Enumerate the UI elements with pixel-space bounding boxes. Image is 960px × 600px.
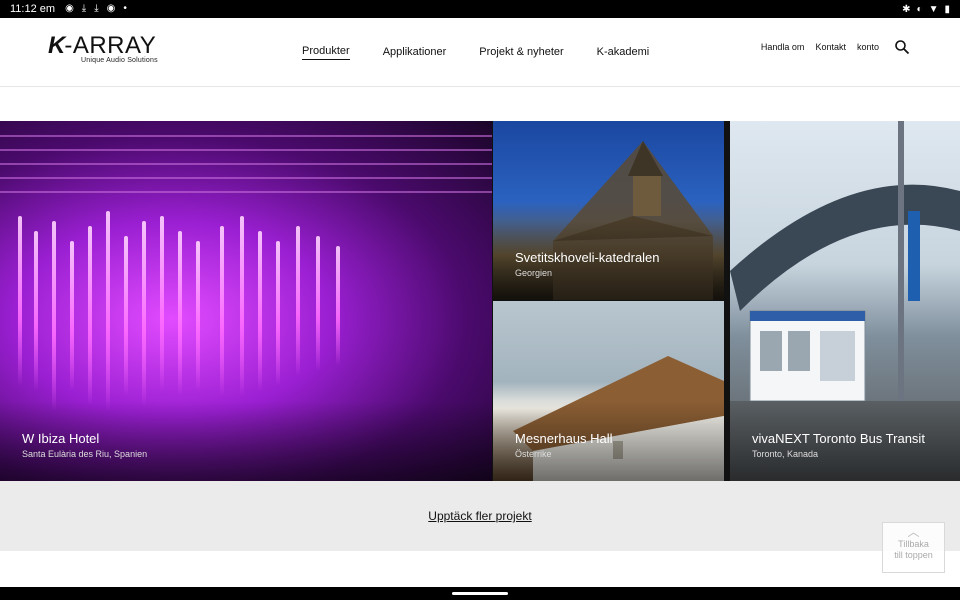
brand-mark: K: [48, 32, 65, 59]
home-gesture-handle[interactable]: [452, 592, 508, 595]
main-nav: Produkter Applikationer Projekt & nyhete…: [302, 18, 649, 87]
nav-item-kontakt[interactable]: Kontakt: [815, 42, 846, 52]
status-time: 11:12 em: [10, 3, 56, 15]
nav-item-produkter[interactable]: Produkter: [302, 45, 350, 60]
status-bar: 11:12 em ◉ ⤓ ⤓ ◉ • ✱ ◐ ▼ ▮: [0, 0, 960, 18]
project-title: vivaNEXT Toronto Bus Transit: [752, 431, 925, 446]
brand-logo[interactable]: K -ARRAY Unique Audio Solutions: [48, 32, 178, 67]
nav-item-handla-om[interactable]: Handla om: [761, 42, 805, 52]
project-tile-svetitskhoveli[interactable]: Svetitskhoveli-katedralen Georgien: [493, 121, 724, 300]
project-tile-mesnerhaus[interactable]: Mesnerhaus Hall Österrike: [493, 301, 724, 481]
project-location: Toronto, Kanada: [752, 449, 819, 459]
site-header: K -ARRAY Unique Audio Solutions Produkte…: [0, 18, 960, 87]
project-location: Santa Eulària des Riu, Spanien: [22, 449, 148, 459]
bluetooth-icon: ✱: [902, 3, 911, 15]
project-title: Svetitskhoveli-katedralen: [515, 250, 660, 265]
nav-item-konto[interactable]: konto: [857, 42, 879, 52]
project-location: Österrike: [515, 449, 552, 459]
brand-tagline: Unique Audio Solutions: [81, 57, 158, 64]
projects-grid: W Ibiza Hotel Santa Eulària des Riu, Spa…: [0, 121, 960, 481]
project-location: Georgien: [515, 268, 553, 278]
chevron-up-icon: ︿: [907, 525, 920, 539]
project-tile-ibiza[interactable]: W Ibiza Hotel Santa Eulària des Riu, Spa…: [0, 121, 492, 481]
utility-nav: Handla om Kontakt konto: [761, 18, 910, 76]
project-title: W Ibiza Hotel: [22, 431, 100, 446]
back-to-top-line2: till toppen: [894, 550, 933, 560]
download-icon: ⤓: [94, 3, 99, 14]
project-tile-vivanext[interactable]: vivaNEXT Toronto Bus Transit Toronto, Ka…: [730, 121, 960, 481]
brand-word: -ARRAY: [64, 32, 157, 59]
download-icon: ⤓: [81, 3, 87, 14]
nav-item-k-akademi[interactable]: K-akademi: [597, 46, 650, 60]
project-title: Mesnerhaus Hall: [515, 431, 613, 446]
wifi-icon: ▼: [928, 3, 939, 15]
discover-more-link[interactable]: Upptäck fler projekt: [428, 509, 531, 523]
chrome-icon: ◉: [106, 3, 116, 14]
back-to-top-button[interactable]: ︿ Tillbaka till toppen: [882, 522, 945, 573]
system-nav-bar: [0, 587, 960, 600]
back-to-top-line1: Tillbaka: [898, 539, 929, 549]
data-saver-icon: ◐: [916, 3, 923, 15]
nav-item-applikationer[interactable]: Applikationer: [383, 46, 447, 60]
battery-icon: ▮: [944, 3, 950, 15]
chrome-icon: ◉: [65, 3, 74, 14]
discover-more-section: Upptäck fler projekt: [0, 481, 960, 551]
dot-icon: •: [123, 3, 127, 14]
nav-item-projekt-nyheter[interactable]: Projekt & nyheter: [479, 46, 563, 60]
search-icon[interactable]: [894, 39, 910, 55]
